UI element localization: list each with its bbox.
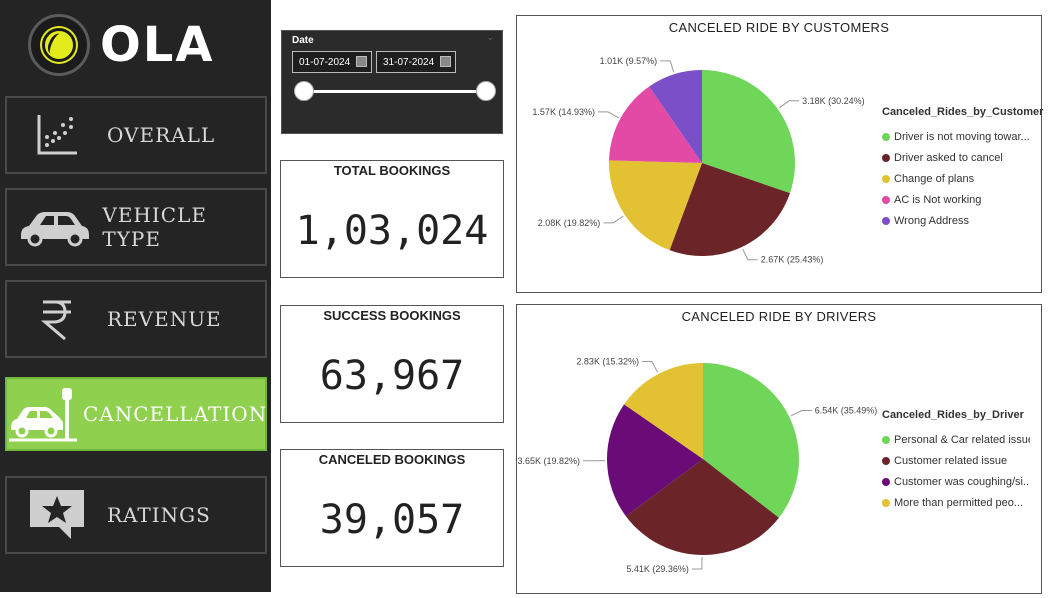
legend-label: More than permitted peo... bbox=[894, 496, 1024, 509]
date-slider-end-handle[interactable] bbox=[476, 81, 496, 101]
date-slicer: Date ⌄ 01-07-2024 31-07-2024 bbox=[281, 30, 503, 134]
data-label: 2.08K (19.82%) bbox=[538, 218, 601, 228]
nav-cancellation-label: CANCELLATION bbox=[83, 402, 268, 426]
nav-cancellation-button[interactable]: CANCELLATION bbox=[5, 377, 267, 451]
data-label-leader bbox=[641, 361, 658, 373]
legend-swatch bbox=[882, 456, 890, 465]
legend-label: AC is Not working bbox=[894, 193, 982, 206]
legend-swatch bbox=[882, 195, 890, 204]
nav-ratings-label: RATINGS bbox=[107, 503, 211, 527]
legend-item[interactable]: Driver is not moving towar... bbox=[882, 126, 1030, 147]
legend-label: Change of plans bbox=[894, 172, 975, 185]
legend-label: Customer related issue bbox=[894, 454, 1008, 467]
legend-swatch bbox=[882, 498, 890, 507]
data-label: 6.54K (35.49%) bbox=[815, 406, 878, 416]
nav-vehicle-type-button[interactable]: VEHICLE TYPE bbox=[5, 188, 267, 266]
legend-swatch bbox=[882, 477, 890, 486]
total-bookings-title: TOTAL BOOKINGS bbox=[333, 163, 451, 178]
start-date-value: 01-07-2024 bbox=[299, 56, 351, 68]
legend-swatch bbox=[882, 216, 890, 225]
nav-overall-label: OVERALL bbox=[107, 123, 216, 147]
data-label-leader bbox=[597, 111, 619, 119]
dashboard: OLA OVERALL VEHICLE TYPE REVENUE CANCELL… bbox=[0, 0, 1050, 598]
canceled-bookings-title: CANCELED BOOKINGS bbox=[318, 452, 466, 467]
ola-logo-icon bbox=[28, 14, 90, 76]
total-bookings-value: 1,03,024 bbox=[295, 208, 489, 254]
data-label: 3.18K (30.24%) bbox=[802, 96, 865, 106]
end-date-value: 31-07-2024 bbox=[383, 56, 435, 68]
success-bookings-title: SUCCESS BOOKINGS bbox=[323, 308, 461, 323]
data-label: 3.65K (19.82%) bbox=[517, 456, 580, 466]
data-label-leader bbox=[660, 60, 675, 73]
customer-cancellation-legend: Canceled_Rides_by_Customer Driver is not… bbox=[882, 106, 1043, 231]
customer-cancellation-chart: CANCELED RIDE BY CUSTOMERS 3.18K (30.24%… bbox=[516, 15, 1043, 293]
car-icon bbox=[7, 207, 102, 247]
chevron-down-icon[interactable]: ⌄ bbox=[486, 33, 494, 43]
success-bookings-value: 63,967 bbox=[319, 353, 465, 399]
date-slider-track[interactable] bbox=[304, 90, 486, 93]
date-slider-start-handle[interactable] bbox=[294, 81, 314, 101]
nav-vehicle-type-label: VEHICLE TYPE bbox=[102, 203, 207, 251]
canceled-bookings-value: 39,057 bbox=[319, 497, 465, 543]
car-crash-icon bbox=[7, 384, 83, 444]
sidebar: OLA OVERALL VEHICLE TYPE REVENUE CANCELL… bbox=[0, 0, 271, 592]
data-label: 1.01K (9.57%) bbox=[600, 56, 658, 66]
rupee-icon bbox=[7, 297, 107, 341]
calendar-icon[interactable] bbox=[356, 56, 367, 67]
legend-item[interactable]: Driver asked to cancel bbox=[882, 147, 1030, 168]
legend-swatch bbox=[882, 435, 890, 444]
success-bookings-card: SUCCESS BOOKINGS 63,967 bbox=[280, 305, 504, 423]
date-slicer-label: Date bbox=[292, 35, 314, 46]
legend-label: Driver asked to cancel bbox=[894, 151, 1003, 164]
top-strip bbox=[271, 0, 1050, 4]
legend-item[interactable]: Wrong Address bbox=[882, 210, 1030, 231]
data-label-leader bbox=[790, 410, 812, 417]
scatter-chart-icon bbox=[7, 111, 107, 159]
ola-logo: OLA bbox=[28, 14, 215, 76]
legend-label: Wrong Address bbox=[894, 214, 970, 227]
data-label: 2.83K (15.32%) bbox=[576, 357, 639, 367]
nav-ratings-button[interactable]: RATINGS bbox=[5, 476, 267, 554]
legend-item[interactable]: Personal & Car related issue bbox=[882, 429, 1030, 450]
legend-swatch bbox=[882, 132, 890, 141]
total-bookings-card: TOTAL BOOKINGS 1,03,024 bbox=[280, 160, 504, 278]
data-label-leader bbox=[691, 556, 703, 570]
nav-revenue-button[interactable]: REVENUE bbox=[5, 280, 267, 358]
legend-item[interactable]: More than permitted peo... bbox=[882, 492, 1030, 513]
data-label: 2.67K (25.43%) bbox=[761, 255, 824, 265]
driver-cancellation-chart: CANCELED RIDE BY DRIVERS 6.54K (35.49%) 5… bbox=[516, 304, 1042, 594]
star-chat-icon bbox=[7, 487, 107, 543]
data-label: 1.57K (14.93%) bbox=[532, 107, 595, 117]
end-date-input[interactable]: 31-07-2024 bbox=[376, 51, 456, 73]
legend-item[interactable]: Customer related issue bbox=[882, 450, 1030, 471]
legend-item[interactable]: Change of plans bbox=[882, 168, 1030, 189]
legend-title: Canceled_Rides_by_Customer bbox=[882, 106, 1044, 118]
brand-name: OLA bbox=[100, 17, 215, 73]
legend-label: Driver is not moving towar... bbox=[894, 130, 1030, 143]
start-date-input[interactable]: 01-07-2024 bbox=[292, 51, 372, 73]
legend-title: Canceled_Rides_by_Driver bbox=[882, 409, 1024, 421]
nav-overall-button[interactable]: OVERALL bbox=[5, 96, 267, 174]
driver-cancellation-legend: Canceled_Rides_by_Driver Personal & Car … bbox=[882, 409, 1030, 513]
legend-label: Personal & Car related issue bbox=[894, 433, 1030, 446]
calendar-icon[interactable] bbox=[440, 56, 451, 67]
legend-swatch bbox=[882, 153, 890, 162]
legend-label: Customer was coughing/si... bbox=[894, 475, 1030, 488]
data-label-leader bbox=[742, 248, 758, 261]
data-label-leader bbox=[779, 100, 800, 109]
data-label: 5.41K (29.36%) bbox=[626, 564, 689, 574]
nav-revenue-label: REVENUE bbox=[107, 307, 222, 331]
legend-item[interactable]: Customer was coughing/si... bbox=[882, 471, 1030, 492]
legend-item[interactable]: AC is Not working bbox=[882, 189, 1030, 210]
canceled-bookings-card: CANCELED BOOKINGS 39,057 bbox=[280, 449, 504, 567]
data-label-leader bbox=[603, 215, 624, 224]
legend-swatch bbox=[882, 174, 890, 183]
